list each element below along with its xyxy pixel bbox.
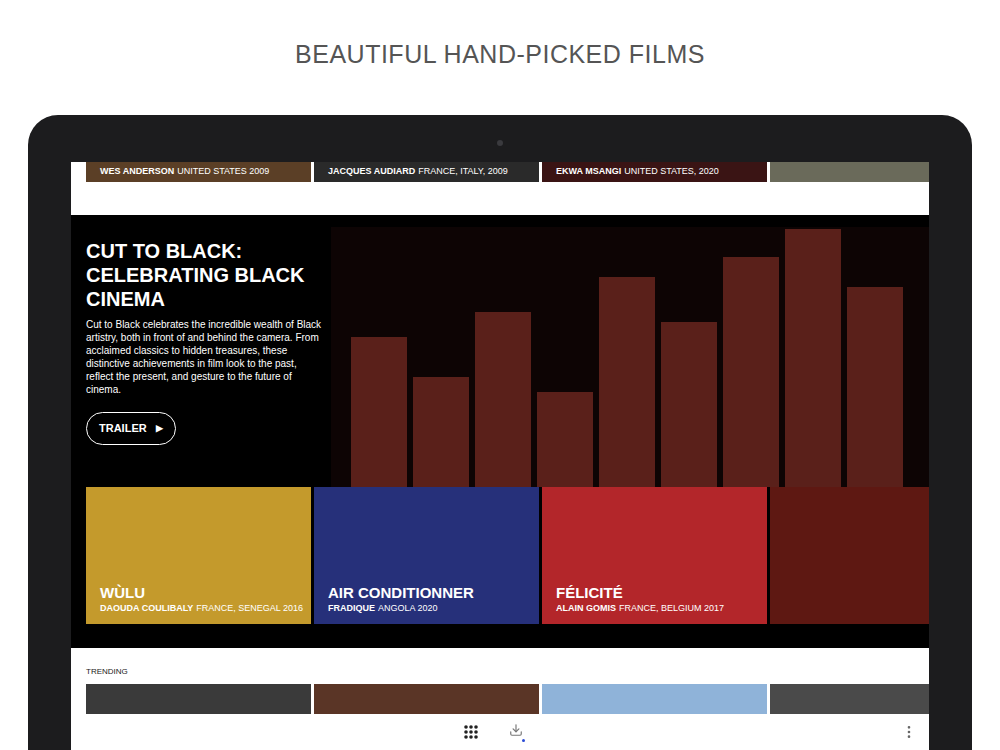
hero-text: CUT TO BLACK: CELEBRATING BLACK CINEMACu… — [86, 227, 331, 487]
film-details: FRANCE, SENEGAL 2016 — [196, 603, 303, 613]
film-card[interactable] — [770, 487, 929, 624]
active-dot-icon — [522, 739, 525, 742]
camera-icon — [497, 140, 503, 146]
film-card[interactable] — [770, 162, 929, 182]
trending-card[interactable] — [770, 684, 929, 714]
film-director: ALAIN GOMIS — [556, 603, 616, 613]
film-title: FÉLICITÉ — [556, 584, 753, 602]
film-meta: ALAIN GOMISFRANCE, BELGIUM 2017 — [556, 602, 753, 614]
download-icon — [509, 723, 523, 737]
film-details: FRANCE, ITALY, 2009 — [418, 165, 508, 179]
mubi-logo-icon[interactable] — [464, 725, 478, 739]
bottom-nav — [71, 714, 929, 750]
film-details: FRANCE, BELGIUM 2017 — [619, 603, 724, 613]
film-meta: FRADIQUEANGOLA 2020 — [328, 602, 525, 614]
photo-strip — [537, 392, 593, 487]
trending-label: TRENDING — [86, 667, 929, 677]
film-director: JACQUES AUDIARD — [328, 165, 415, 179]
film-card[interactable]: WÙLUDAOUDA COULIBALYFRANCE, SENEGAL 2016 — [86, 487, 311, 624]
header-title: BEAUTIFUL HAND-PICKED FILMS — [295, 36, 705, 74]
film-details: ANGOLA 2020 — [378, 603, 438, 613]
film-row: WÙLUDAOUDA COULIBALYFRANCE, SENEGAL 2016… — [86, 487, 929, 624]
app-store-screenshot: BEAUTIFUL HAND-PICKED FILMSWES ANDERSONU… — [0, 0, 1000, 750]
film-card[interactable]: EKWA MSANGIUNITED STATES, 2020 — [542, 162, 767, 182]
film-card[interactable]: AIR CONDITIONNERFRADIQUEANGOLA 2020 — [314, 487, 539, 624]
film-card[interactable]: WES ANDERSONUNITED STATES 2009 — [86, 162, 311, 182]
top-row: WES ANDERSONUNITED STATES 2009JACQUES AU… — [71, 162, 929, 182]
photo-strip — [351, 337, 407, 487]
trending-card[interactable] — [314, 684, 539, 714]
trending-row — [86, 684, 929, 714]
photo-strip — [847, 287, 903, 487]
hero-description: Cut to Black celebrates the incredible w… — [86, 318, 323, 396]
film-title: WÙLU — [100, 584, 297, 602]
photo-strip — [413, 377, 469, 487]
film-meta — [784, 602, 929, 614]
film-card[interactable]: JACQUES AUDIARDFRANCE, ITALY, 2009 — [314, 162, 539, 182]
collection-section: CUT TO BLACK: CELEBRATING BLACK CINEMACu… — [71, 215, 929, 648]
hero-photo — [331, 227, 929, 487]
hero-title: CUT TO BLACK: CELEBRATING BLACK CINEMA — [86, 239, 323, 311]
more-icon[interactable] — [901, 724, 917, 740]
photo-strip — [661, 322, 717, 487]
film-meta: DAOUDA COULIBALYFRANCE, SENEGAL 2016 — [100, 602, 297, 614]
downloads-tab[interactable] — [508, 723, 525, 742]
trailer-button[interactable]: TRAILER ▶ — [86, 412, 176, 445]
header: BEAUTIFUL HAND-PICKED FILMS — [0, 0, 1000, 115]
film-director: FRADIQUE — [328, 603, 375, 613]
photo-strip — [475, 312, 531, 487]
trending-section: TRENDING — [71, 648, 929, 714]
tablet-frame: WES ANDERSONUNITED STATES 2009JACQUES AU… — [28, 115, 972, 750]
play-icon: ▶ — [156, 422, 163, 436]
photo-strip — [599, 277, 655, 487]
trailer-label: TRAILER — [99, 420, 147, 437]
film-director: DAOUDA COULIBALY — [100, 603, 193, 613]
film-title: AIR CONDITIONNER — [328, 584, 525, 602]
trending-card[interactable] — [86, 684, 311, 714]
film-card[interactable]: FÉLICITÉALAIN GOMISFRANCE, BELGIUM 2017 — [542, 487, 767, 624]
trending-card[interactable] — [542, 684, 767, 714]
film-director: EKWA MSANGI — [556, 165, 621, 179]
photo-strip — [785, 229, 841, 487]
film-details: UNITED STATES 2009 — [177, 165, 269, 179]
film-director: WES ANDERSON — [100, 165, 174, 179]
hero: CUT TO BLACK: CELEBRATING BLACK CINEMACu… — [86, 227, 929, 487]
screen: WES ANDERSONUNITED STATES 2009JACQUES AU… — [71, 162, 929, 750]
film-details: UNITED STATES, 2020 — [624, 165, 719, 179]
photo-strip — [723, 257, 779, 487]
